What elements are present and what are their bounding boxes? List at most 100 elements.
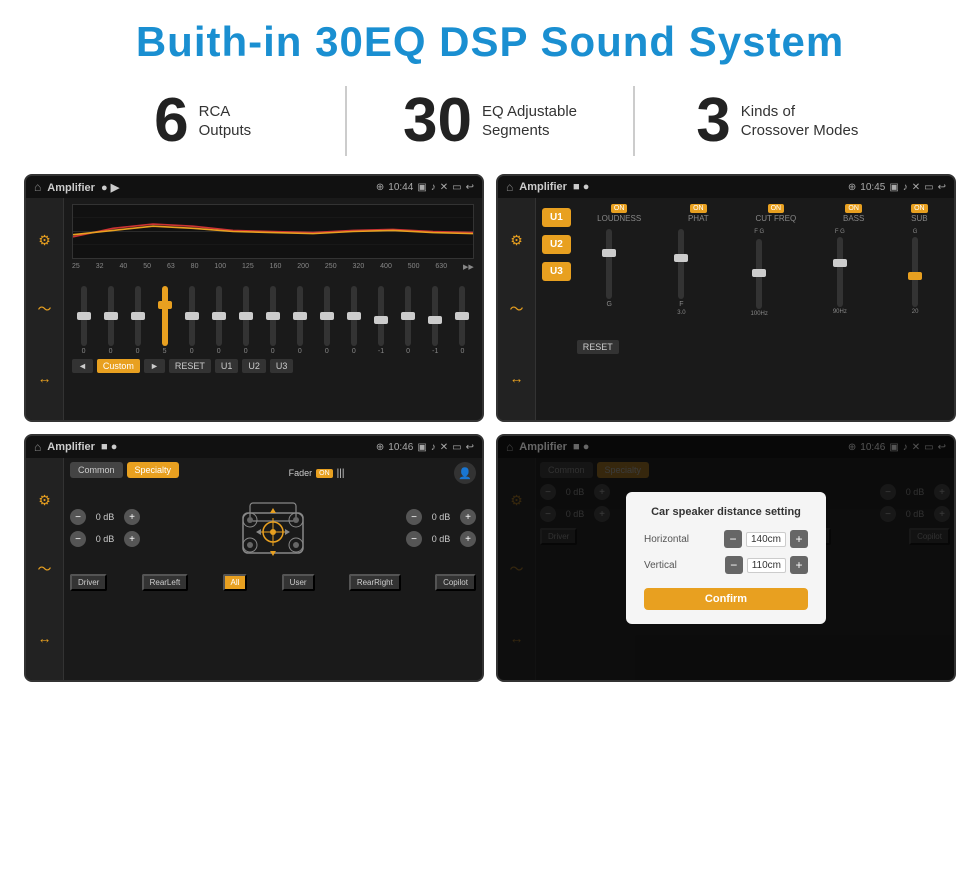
vol-row-2: − 0 dB +	[70, 531, 140, 547]
slider-4[interactable]: 5	[162, 286, 168, 355]
sub-label: SUB	[911, 214, 927, 223]
u1-btn[interactable]: U1	[215, 359, 239, 373]
phat-on: ON	[690, 204, 707, 213]
driver-btn[interactable]: Driver	[70, 574, 107, 591]
phat-label: PHAT	[688, 214, 709, 223]
loudness-label: LOUDNESS	[597, 214, 641, 223]
vol-minus-2[interactable]: −	[70, 531, 86, 547]
vertical-control: − 110cm +	[725, 556, 808, 574]
eq-icon-2[interactable]: 〜	[33, 297, 57, 321]
eq-home-icon: ⌂	[34, 180, 41, 194]
vertical-plus-btn[interactable]: +	[790, 556, 808, 574]
cx-time: 10:45	[860, 182, 885, 193]
slider-12[interactable]: -1	[378, 286, 384, 355]
slider-6[interactable]: 0	[216, 286, 222, 355]
eq-icon-3[interactable]: ↔	[33, 366, 57, 390]
cutfreq-channel: ON CUT FREQ	[755, 204, 796, 223]
slider-2[interactable]: 0	[108, 286, 114, 355]
eq-status-bar: ⌂ Amplifier ● ▶ ⊕ 10:44 ▣ ♪ ✕ ▭ ↩	[26, 176, 482, 198]
fader-person-icon[interactable]: 👤	[454, 462, 476, 484]
play-btn[interactable]: ►	[144, 359, 165, 373]
rearleft-btn[interactable]: RearLeft	[142, 574, 189, 591]
slider-15[interactable]: 0	[459, 286, 465, 355]
loudness-slider[interactable]: G	[606, 229, 612, 308]
cutfreq-slider[interactable]: F G 100Hz	[751, 229, 768, 317]
cx-icon-2[interactable]: 〜	[505, 297, 529, 321]
vol-plus-2[interactable]: +	[124, 531, 140, 547]
slider-3[interactable]: 0	[135, 286, 141, 355]
cx-cam: ▣	[889, 182, 898, 193]
fd-back: ↩	[466, 442, 474, 453]
vol-val-4: 0 dB	[426, 534, 456, 544]
horizontal-plus-btn[interactable]: +	[790, 530, 808, 548]
vertical-minus-btn[interactable]: −	[725, 556, 743, 574]
close-icon: ✕	[440, 182, 448, 193]
loudness-channel: ON LOUDNESS	[597, 204, 641, 223]
cx-icon-1[interactable]: ⚙	[505, 228, 529, 252]
slider-13[interactable]: 0	[405, 286, 411, 355]
eq-main: 2532405063 80100125160200 25032040050063…	[64, 198, 482, 420]
tab-specialty[interactable]: Specialty	[127, 462, 180, 478]
slider-1[interactable]: 0	[81, 286, 87, 355]
slider-8[interactable]: 0	[270, 286, 276, 355]
rearright-btn[interactable]: RearRight	[349, 574, 401, 591]
fader-sidebar: ⚙ 〜 ↔	[26, 458, 64, 680]
vol-minus-4[interactable]: −	[406, 531, 422, 547]
fd-loc: ⊕	[376, 442, 384, 453]
fader-screen: ⌂ Amplifier ■ ● ⊕ 10:46 ▣ ♪ ✕ ▭ ↩ ⚙ 〜 ↔	[24, 434, 484, 682]
dialog-horizontal-row: Horizontal − 140cm +	[644, 530, 808, 548]
reset-btn[interactable]: RESET	[169, 359, 211, 373]
eq-screen: ⌂ Amplifier ● ▶ ⊕ 10:44 ▣ ♪ ✕ ▭ ↩ ⚙ 〜 ↔	[24, 174, 484, 422]
vol-plus-3[interactable]: +	[460, 509, 476, 525]
crossover-reset-btn[interactable]: RESET	[577, 340, 619, 354]
vertical-label: Vertical	[644, 560, 699, 571]
cx-location: ⊕	[848, 182, 856, 193]
u2-btn[interactable]: U2	[242, 359, 266, 373]
slider-7[interactable]: 0	[243, 286, 249, 355]
cx-icon-3[interactable]: ↔	[505, 366, 529, 390]
slider-14[interactable]: -1	[432, 286, 438, 355]
volume-icon: ♪	[431, 182, 436, 193]
crossover-home-icon: ⌂	[506, 180, 513, 194]
slider-11[interactable]: 0	[351, 286, 357, 355]
fader-on: ON	[316, 469, 333, 478]
fd-vol: ♪	[431, 442, 436, 453]
fader-status-icons: ⊕ 10:46 ▣ ♪ ✕ ▭ ↩	[376, 442, 474, 453]
fd-icon-2[interactable]: 〜	[33, 557, 57, 581]
bass-slider[interactable]: F G 90Hz	[833, 229, 847, 315]
prev-btn[interactable]: ◄	[72, 359, 93, 373]
u3-crossover-btn[interactable]: U3	[542, 262, 571, 281]
vol-val-3: 0 dB	[426, 512, 456, 522]
vol-minus-3[interactable]: −	[406, 509, 422, 525]
u2-crossover-btn[interactable]: U2	[542, 235, 571, 254]
right-vols: − 0 dB + − 0 dB +	[406, 509, 476, 547]
vol-minus-1[interactable]: −	[70, 509, 86, 525]
u1-crossover-btn[interactable]: U1	[542, 208, 571, 227]
vol-plus-1[interactable]: +	[124, 509, 140, 525]
user-btn[interactable]: User	[282, 574, 315, 591]
fader-main: Common Specialty Fader ON ||| 👤	[64, 458, 482, 680]
eq-status-icons: ⊕ 10:44 ▣ ♪ ✕ ▭ ↩	[376, 182, 474, 193]
u3-btn[interactable]: U3	[270, 359, 294, 373]
stat-rca-number: 6	[154, 90, 188, 152]
fd-icon-3[interactable]: ↔	[33, 626, 57, 650]
confirm-button[interactable]: Confirm	[644, 588, 808, 610]
slider-5[interactable]: 0	[189, 286, 195, 355]
slider-9[interactable]: 0	[297, 286, 303, 355]
eq-icon-1[interactable]: ⚙	[33, 228, 57, 252]
slider-10[interactable]: 0	[324, 286, 330, 355]
custom-btn[interactable]: Custom	[97, 359, 140, 373]
crossover-reset: RESET	[577, 337, 948, 355]
copilot-btn[interactable]: Copilot	[435, 574, 476, 591]
crossover-main: U1 U2 U3 ON LOUDNESS ON PHAT	[536, 198, 954, 420]
horizontal-minus-btn[interactable]: −	[724, 530, 742, 548]
phat-slider[interactable]: F 3.0	[677, 229, 685, 316]
vol-plus-4[interactable]: +	[460, 531, 476, 547]
sub-slider[interactable]: G 20	[912, 229, 919, 315]
window-icon: ▭	[452, 182, 461, 193]
bass-channel: ON BASS	[843, 204, 864, 223]
fd-icon-1[interactable]: ⚙	[33, 488, 57, 512]
sub-on: ON	[911, 204, 928, 213]
tab-common[interactable]: Common	[70, 462, 123, 478]
all-btn[interactable]: All	[223, 574, 248, 591]
